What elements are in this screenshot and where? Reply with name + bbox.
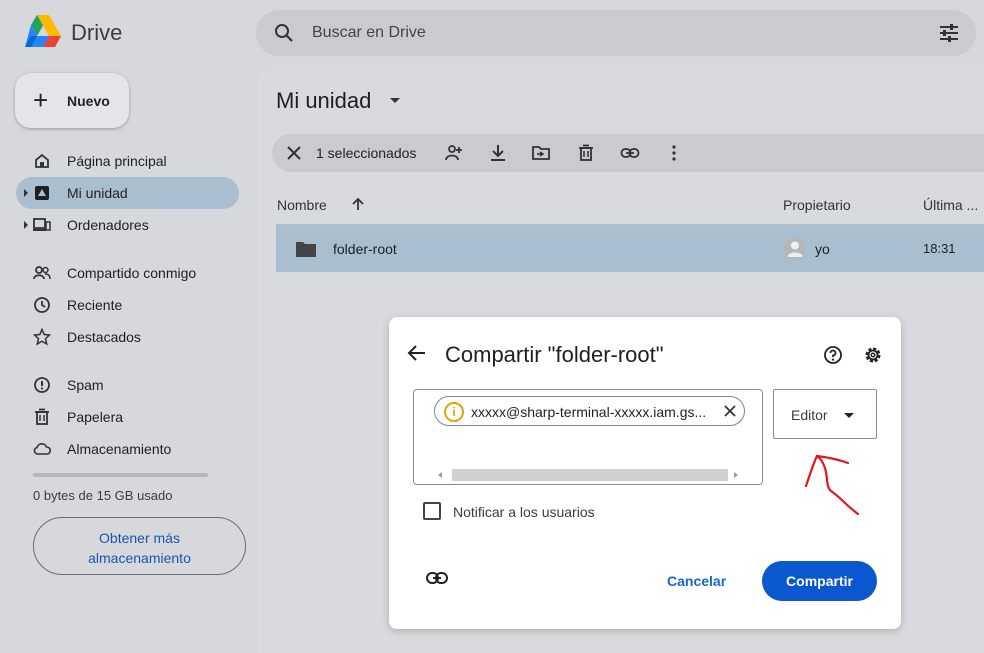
star-icon [33, 328, 51, 346]
cancel-button[interactable]: Cancelar [667, 573, 726, 589]
expand-caret-icon[interactable] [24, 189, 28, 197]
recipients-field[interactable]: i xxxxx@sharp-terminal-xxxxx.iam.gs... [413, 389, 763, 485]
role-select[interactable]: Editor [773, 389, 877, 439]
sidebar-item-label: Ordenadores [67, 217, 149, 233]
avatar [784, 237, 806, 259]
storage-usage-bar [33, 473, 208, 477]
sidebar-item-label: Reciente [67, 297, 123, 313]
recipient-chip[interactable]: i xxxxx@sharp-terminal-xxxxx.iam.gs... [434, 396, 745, 426]
scroll-left-icon[interactable] [438, 472, 442, 478]
share-button[interactable]: Compartir [762, 561, 877, 601]
cloud-icon [33, 443, 51, 455]
drive-logo-icon[interactable] [24, 14, 62, 50]
sort-ascending-icon[interactable] [350, 196, 366, 212]
new-button[interactable]: + Nuevo [15, 73, 129, 128]
back-arrow-icon[interactable] [407, 343, 427, 363]
move-folder-icon[interactable] [531, 143, 551, 163]
role-value: Editor [791, 407, 828, 423]
help-icon[interactable] [823, 345, 843, 365]
sidebar-item-label: Mi unidad [67, 185, 128, 201]
sidebar-item-trash[interactable]: Papelera [16, 401, 239, 433]
sidebar-item-label: Spam [67, 377, 104, 393]
get-more-storage-button[interactable]: Obtener más almacenamiento [33, 517, 246, 575]
scroll-right-icon[interactable] [734, 472, 738, 478]
scrollbar-thumb[interactable] [452, 469, 728, 481]
page-title[interactable]: Mi unidad [276, 88, 371, 114]
top-bar: Drive [0, 0, 984, 68]
share-person-add-icon[interactable] [444, 143, 464, 163]
get-more-storage-label: almacenamiento [88, 550, 191, 566]
sidebar-item-label: Compartido conmigo [67, 265, 197, 281]
new-button-label: Nuevo [67, 93, 110, 109]
sidebar-item-label: Página principal [67, 153, 167, 169]
sidebar-item-home[interactable]: Página principal [16, 145, 239, 177]
more-vert-icon[interactable] [664, 143, 684, 163]
spam-icon [34, 377, 50, 393]
sidebar-item-label: Papelera [67, 409, 124, 425]
remove-recipient-icon[interactable] [722, 403, 738, 419]
title-dropdown-icon[interactable] [390, 98, 400, 103]
search-bar[interactable] [256, 10, 976, 56]
sidebar-item-label: Destacados [67, 329, 141, 345]
settings-gear-icon[interactable] [863, 345, 883, 365]
folder-icon [296, 242, 316, 257]
link-icon[interactable] [620, 143, 640, 163]
sidebar-item-spam[interactable]: Spam [16, 369, 239, 401]
selection-count: 1 seleccionados [316, 145, 417, 161]
sidebar-item-label: Almacenamiento [67, 441, 172, 457]
download-icon[interactable] [488, 143, 508, 163]
plus-icon: + [33, 85, 49, 115]
copy-link-icon[interactable] [426, 571, 448, 585]
info-warning-icon[interactable]: i [444, 402, 464, 422]
recipient-email: xxxxx@sharp-terminal-xxxxx.iam.gs... [471, 404, 707, 420]
search-icon[interactable] [274, 23, 294, 43]
column-header-modified[interactable]: Última ... [923, 197, 978, 213]
file-owner: yo [815, 241, 830, 257]
notify-label[interactable]: Notificar a los usuarios [453, 504, 595, 520]
home-icon [35, 153, 49, 168]
search-options-icon[interactable] [938, 23, 960, 43]
dialog-title: Compartir "folder-root" [445, 342, 664, 367]
file-modified: 18:31 [923, 241, 956, 256]
storage-usage-text: 0 bytes de 15 GB usado [33, 488, 173, 503]
selection-toolbar: 1 seleccionados [272, 134, 984, 172]
app-name: Drive [71, 20, 123, 45]
clear-selection-icon[interactable] [284, 143, 304, 163]
sidebar-item-starred[interactable]: Destacados [16, 321, 239, 353]
trash-icon[interactable] [576, 143, 596, 163]
table-row[interactable]: folder-root yo 18:31 [276, 225, 984, 272]
my-drive-icon [35, 186, 49, 200]
sidebar-item-storage[interactable]: Almacenamiento [16, 433, 239, 465]
file-name: folder-root [333, 241, 397, 257]
computers-icon [33, 218, 51, 231]
sidebar-item-my-drive[interactable]: Mi unidad [16, 177, 239, 209]
dropdown-caret-icon [844, 413, 854, 418]
column-header-owner[interactable]: Propietario [783, 197, 851, 213]
sidebar-item-shared[interactable]: Compartido conmigo [16, 257, 239, 289]
sidebar-item-recent[interactable]: Reciente [16, 289, 239, 321]
expand-caret-icon[interactable] [24, 221, 28, 229]
annotation-arrow [804, 454, 860, 516]
horizontal-scrollbar[interactable] [436, 469, 742, 481]
get-more-storage-label: Obtener más [99, 530, 180, 546]
sidebar-item-computers[interactable]: Ordenadores [16, 209, 239, 241]
search-input[interactable] [312, 22, 872, 44]
trash-icon [35, 408, 49, 425]
column-header-name[interactable]: Nombre [277, 197, 327, 213]
notify-checkbox[interactable] [423, 502, 441, 520]
shared-icon [33, 266, 51, 280]
clock-icon [34, 297, 50, 313]
